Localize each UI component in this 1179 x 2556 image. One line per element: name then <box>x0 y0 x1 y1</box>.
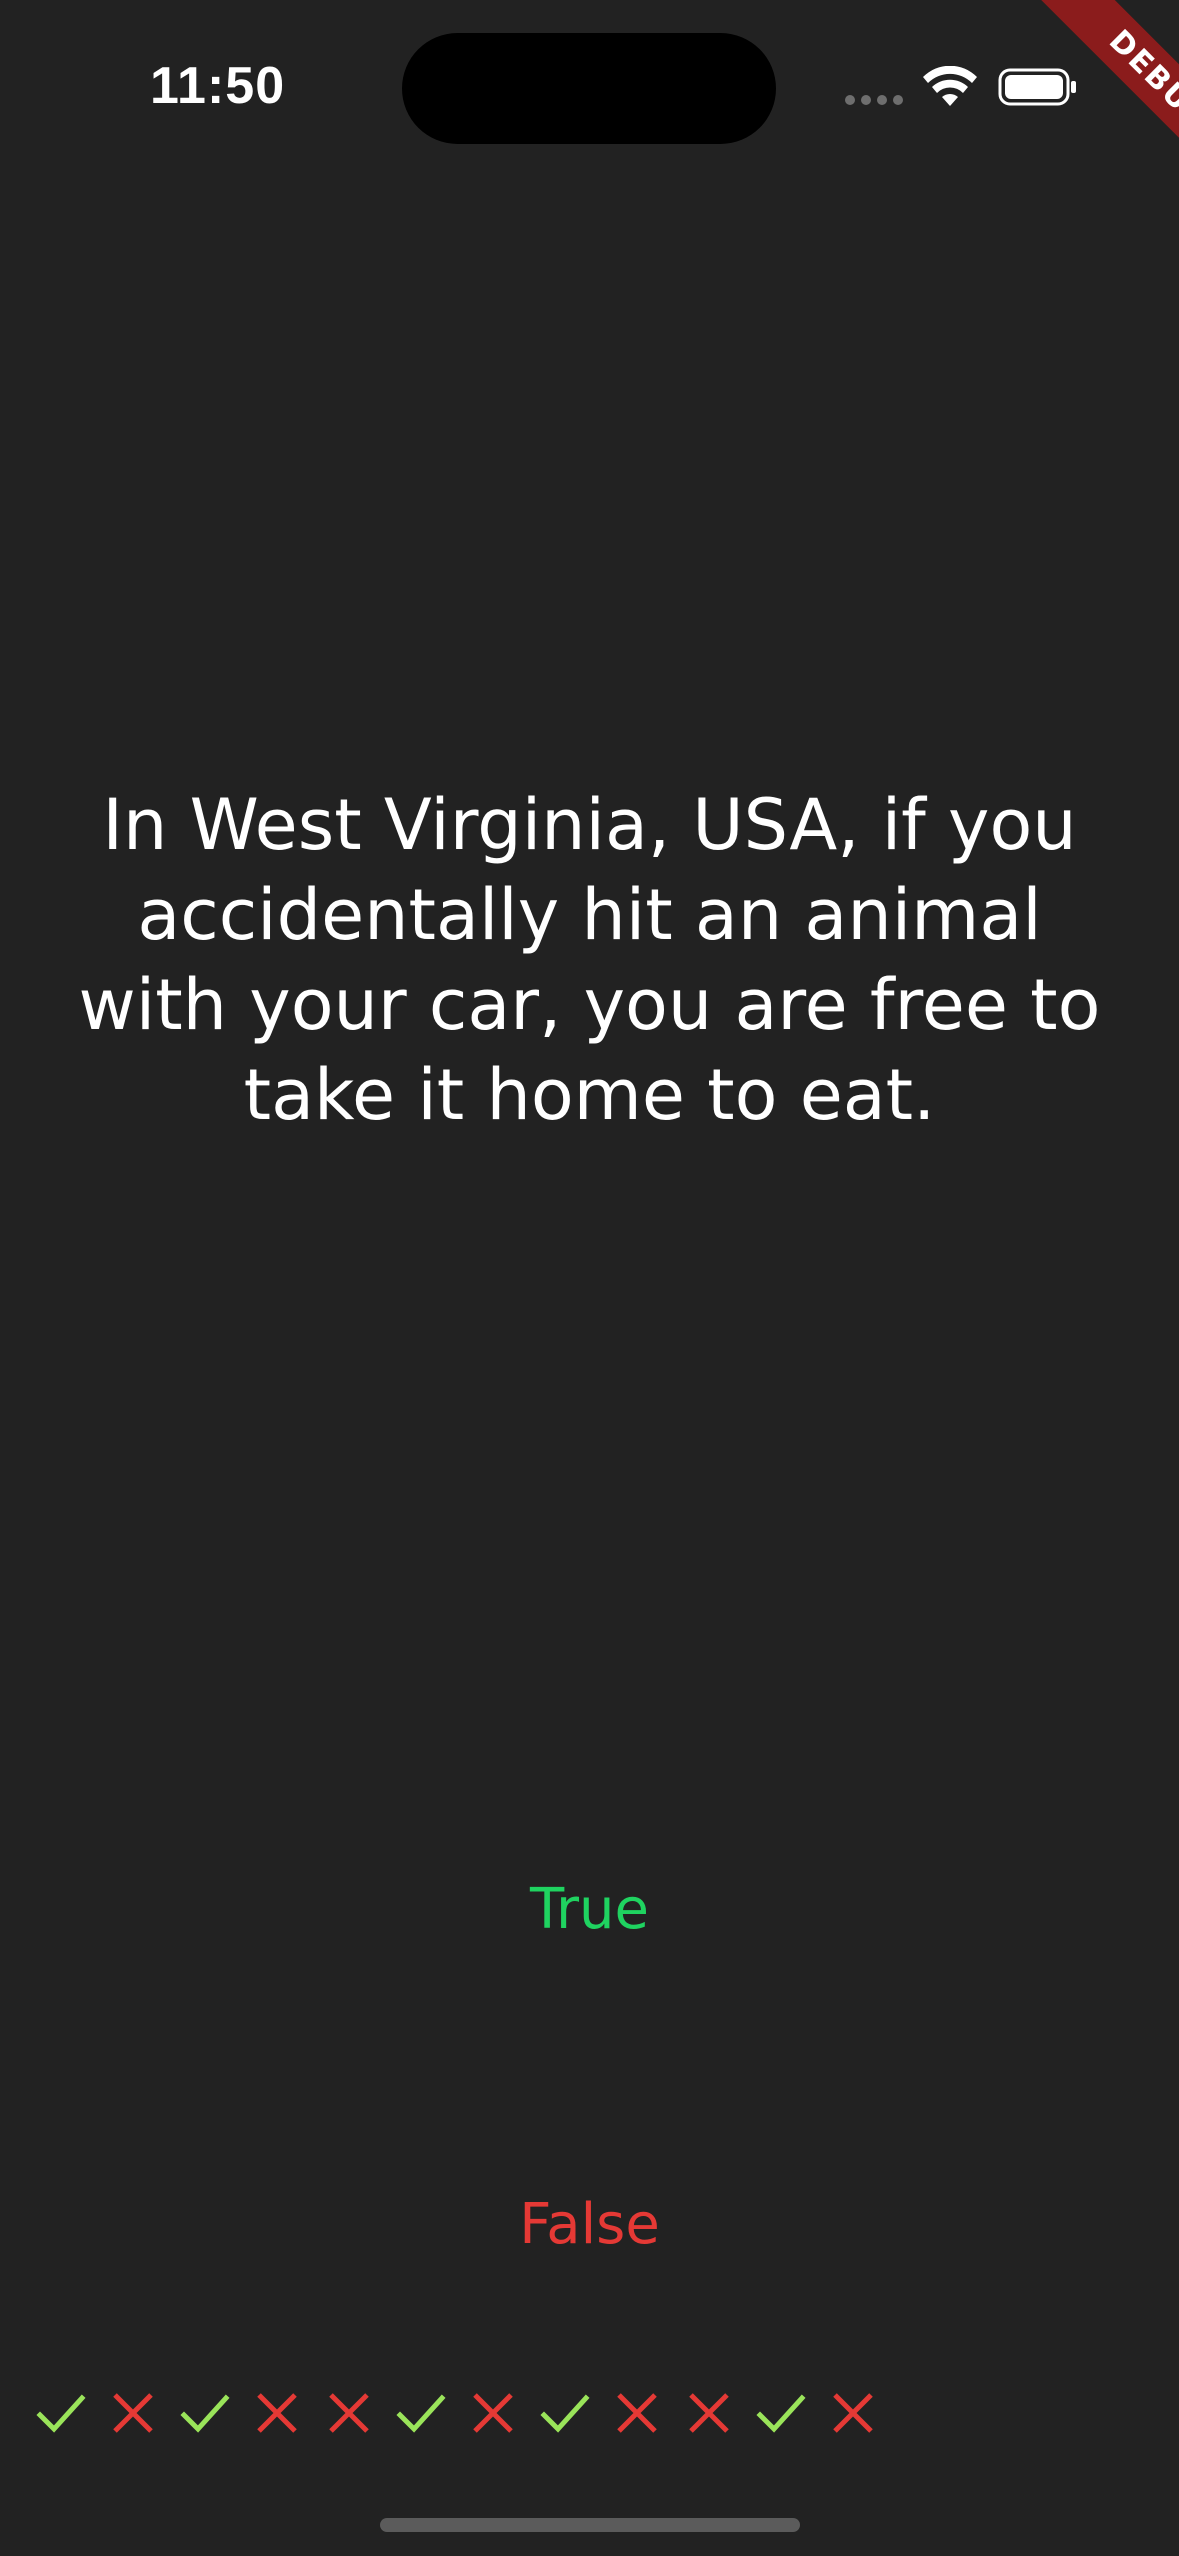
status-time: 11:50 <box>150 57 286 115</box>
score-keeper <box>36 2388 878 2448</box>
true-button[interactable]: True <box>0 1845 1179 1975</box>
close-icon <box>833 2393 873 2433</box>
close-icon <box>473 2393 513 2433</box>
check-icon <box>396 2394 446 2433</box>
close-icon <box>329 2393 369 2433</box>
check-icon <box>36 2394 86 2433</box>
debug-ribbon-label: DEBUG <box>1034 0 1179 200</box>
home-indicator[interactable] <box>380 2518 800 2532</box>
close-icon <box>257 2393 297 2433</box>
check-icon <box>180 2394 230 2433</box>
dynamic-island <box>402 33 776 144</box>
false-button[interactable]: False <box>0 2160 1179 2290</box>
debug-banner: DEBUG <box>979 0 1179 200</box>
check-icon <box>756 2394 806 2433</box>
wifi-icon <box>923 66 977 106</box>
close-icon <box>689 2393 729 2433</box>
cellular-signal-icon <box>845 95 905 105</box>
question-text: In West Virginia, USA, if you accidental… <box>78 784 1101 1136</box>
check-icon <box>540 2394 590 2433</box>
close-icon <box>617 2393 657 2433</box>
close-icon <box>113 2393 153 2433</box>
